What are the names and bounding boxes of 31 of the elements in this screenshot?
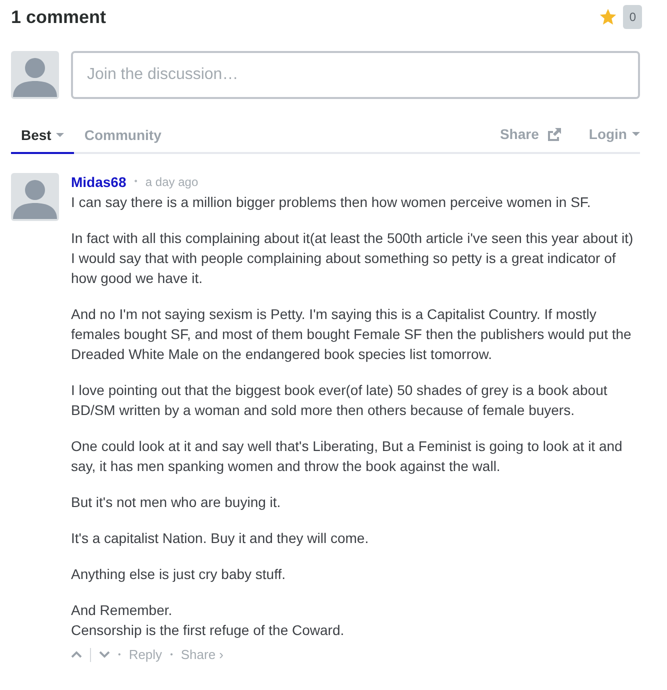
avatar-icon bbox=[11, 173, 59, 221]
avatar-icon bbox=[11, 51, 59, 99]
sort-tab[interactable]: Best bbox=[11, 119, 74, 154]
comment-count-title: 1 comment bbox=[11, 6, 106, 28]
login-button[interactable]: Login bbox=[588, 124, 640, 145]
author-link[interactable]: Midas68 bbox=[71, 172, 126, 192]
comment-text: Anything else is just cry baby stuff. bbox=[71, 565, 287, 584]
sort-tab[interactable]: Community bbox=[74, 119, 172, 154]
comment-text: Censorship is the first refuge of the Coward. bbox=[71, 621, 346, 640]
comment-text: And Remember. bbox=[71, 601, 174, 620]
comment-input-field[interactable]: Join the discussion… bbox=[71, 51, 640, 99]
comment-text: It's a capitalist Nation. Buy it and they will come. bbox=[71, 529, 370, 548]
comment-text: I can say there is a million bigger problems then how women perceive women in SF. bbox=[71, 193, 592, 212]
comment-text: In fact with all this complaining about it(at least the 500th article i've seen this year about it) I would say that with people complaining about something so petty is a great indicator of how good we have it. bbox=[71, 229, 634, 288]
favorite-count-badge: 0 bbox=[623, 5, 642, 29]
comment-text: And no I'm not saying sexism is Petty. I'm saying this is a Capitalist Country. If mostly females bought SF, and most of them bought Female SF then the publishers would put the Dreaded White Male on the endangered book species list tomorrow. bbox=[71, 305, 632, 364]
timestamp-link[interactable]: a day ago bbox=[145, 173, 198, 191]
separator-dot: • bbox=[134, 175, 138, 188]
separator-dot: • bbox=[118, 648, 121, 661]
comment-text: One could look at it and say well that's Liberating, But a Feminist is going to look at it and say, it has men spanking women and throw the book against the wall. bbox=[71, 437, 624, 476]
caret-icon bbox=[632, 132, 640, 137]
reply-link[interactable]: Reply bbox=[128, 645, 162, 664]
share-icon bbox=[546, 128, 561, 141]
separator-dot: • bbox=[170, 648, 173, 661]
comment-text: But it's not men who are buying it. bbox=[71, 493, 282, 512]
star-icon[interactable] bbox=[599, 8, 618, 26]
upvote-button[interactable] bbox=[71, 651, 82, 658]
downvote-button[interactable] bbox=[99, 651, 110, 658]
share-button[interactable]: Share bbox=[500, 124, 561, 145]
comment-text: I love pointing out that the biggest book ever(of late) 50 shades of grey is a book about BD/SM written by a woman and sold more then others because of female buyers. bbox=[71, 381, 608, 420]
share-link[interactable]: Share › bbox=[180, 645, 224, 664]
